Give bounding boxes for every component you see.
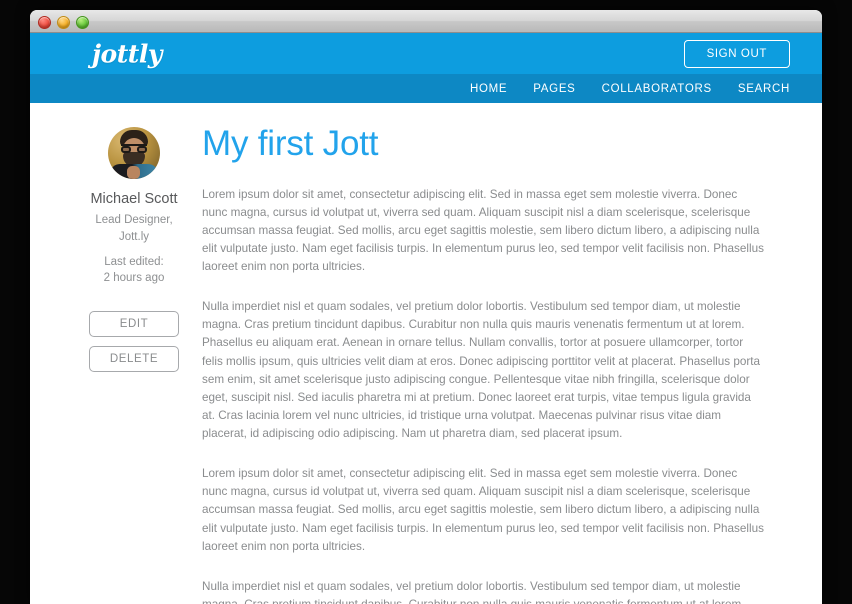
avatar-hand (127, 166, 140, 179)
sidebar-actions: EDIT DELETE (86, 311, 182, 373)
nav-item-search[interactable]: SEARCH (738, 83, 790, 95)
last-edited-value: 2 hours ago (103, 272, 165, 285)
page-title: My first Jott (202, 124, 379, 163)
author-name: Michael Scott (90, 191, 178, 207)
window-controls (38, 16, 89, 29)
site-logo[interactable]: jottly (92, 41, 162, 66)
maximize-window-icon[interactable] (76, 16, 89, 29)
article-paragraph: Lorem ipsum dolor sit amet, consectetur … (202, 467, 764, 553)
window-titlebar (30, 10, 822, 33)
close-window-icon[interactable] (38, 16, 51, 29)
nav-item-home[interactable]: HOME (470, 83, 507, 95)
avatar (108, 127, 160, 179)
edit-button[interactable]: EDIT (89, 311, 179, 338)
article-paragraph: Nulla imperdiet nisl et quam sodales, ve… (202, 300, 760, 440)
avatar-glasses-icon (121, 144, 147, 153)
main-navigation: HOME PAGES COLLABORATORS SEARCH (30, 74, 822, 103)
author-role-line-2: Jott.ly (118, 231, 150, 244)
article: My first Jott Lorem ipsum dolor sit amet… (182, 124, 822, 604)
minimize-window-icon[interactable] (57, 16, 70, 29)
page-content: Michael Scott Lead Designer, Jott.ly Las… (30, 103, 822, 604)
article-paragraph: Nulla imperdiet nisl et quam sodales, ve… (202, 579, 744, 604)
browser-window: jottly SIGN OUT HOME PAGES COLLABORATORS… (30, 10, 822, 604)
article-body: Lorem ipsum dolor sit amet, consectetur … (202, 186, 764, 604)
author-role-line-1: Lead Designer, (95, 214, 173, 227)
sign-out-button[interactable]: SIGN OUT (683, 39, 790, 68)
last-edited-label: Last edited: (104, 255, 164, 268)
nav-item-pages[interactable]: PAGES (533, 83, 575, 95)
site-header: jottly SIGN OUT (30, 33, 822, 74)
article-paragraph: Lorem ipsum dolor sit amet, consectetur … (202, 187, 764, 274)
delete-button[interactable]: DELETE (89, 346, 179, 373)
author-sidebar: Michael Scott Lead Designer, Jott.ly Las… (30, 125, 182, 604)
nav-item-collaborators[interactable]: COLLABORATORS (602, 83, 712, 95)
screen: jottly SIGN OUT HOME PAGES COLLABORATORS… (0, 0, 852, 604)
author-meta: Lead Designer, Jott.ly Last edited: 2 ho… (86, 212, 182, 287)
